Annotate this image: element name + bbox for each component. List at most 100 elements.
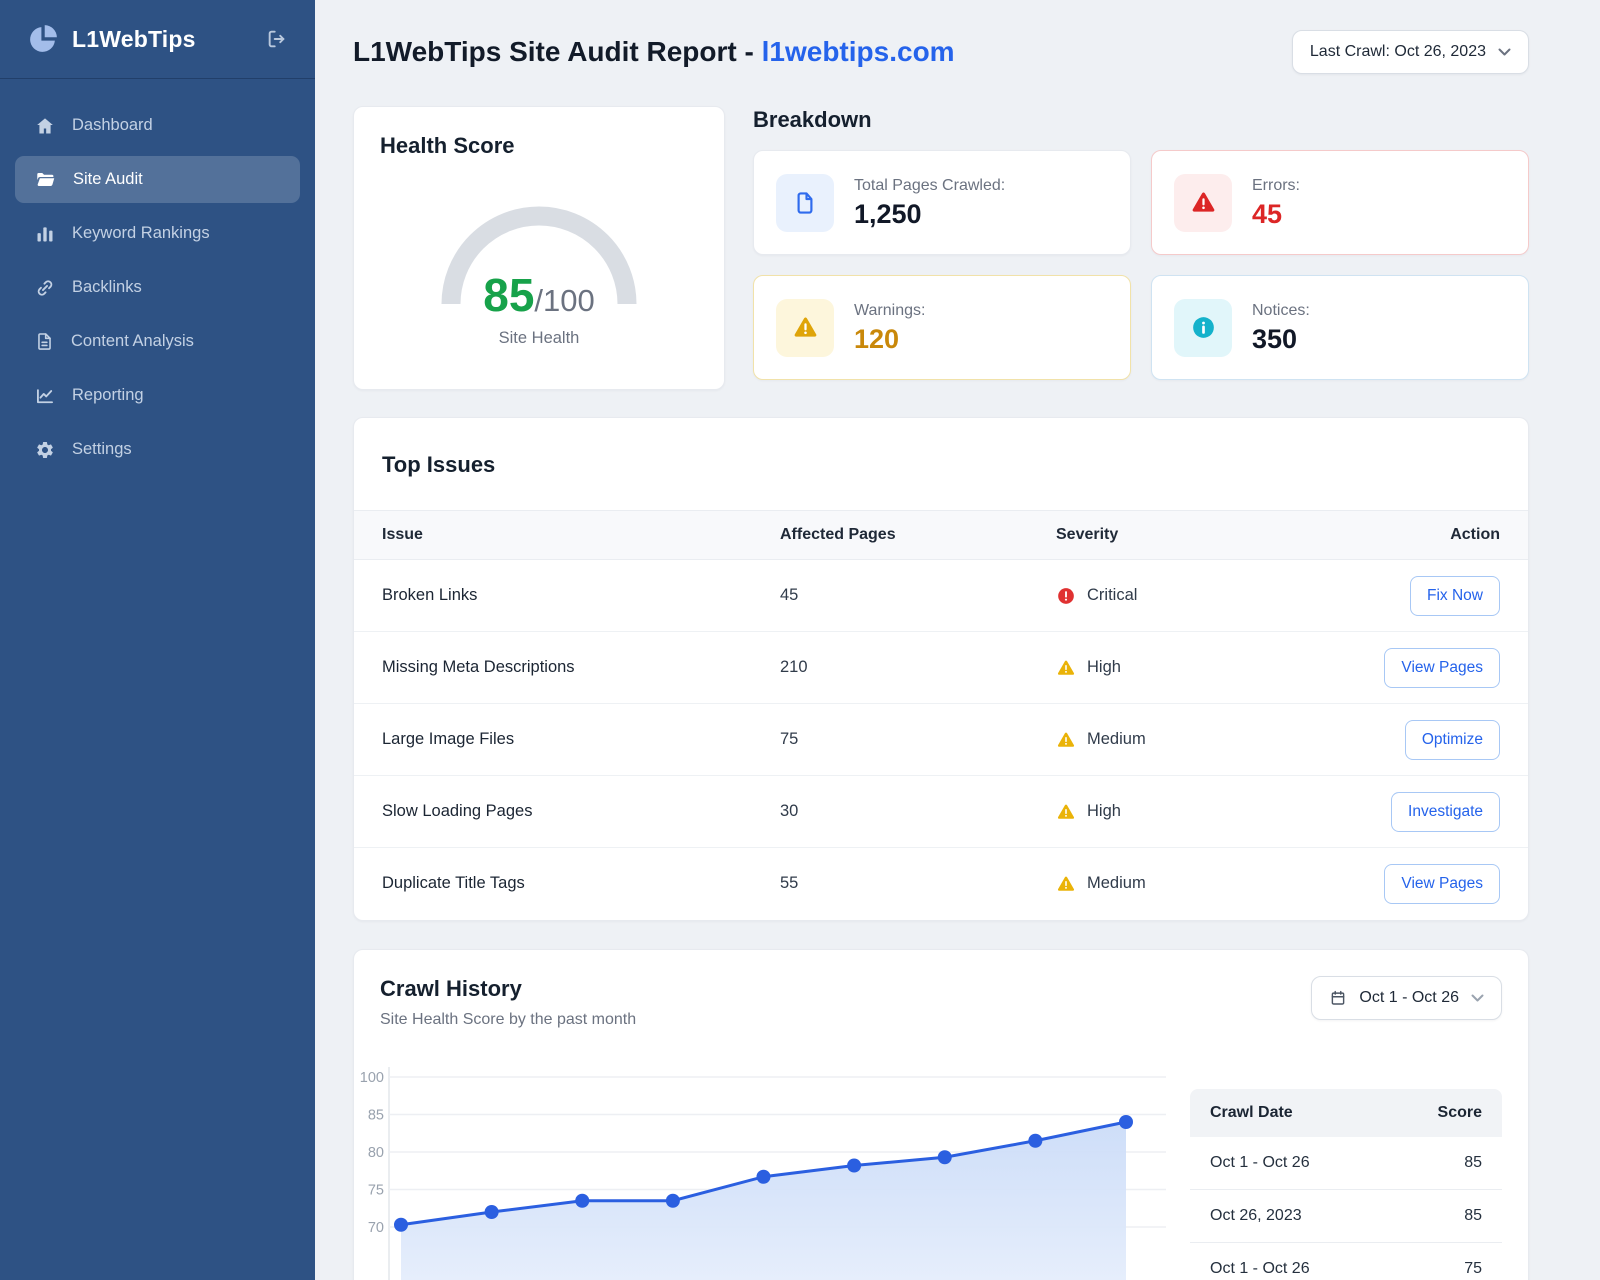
main-content: L1WebTips Site Audit Report - l1webtips.… — [315, 0, 1600, 1280]
affected-pages-count: 30 — [752, 776, 1028, 848]
crawl-history-chart: 0-10085807570 — [360, 1067, 1166, 1280]
column-header-issue: Issue — [354, 511, 752, 560]
stat-label: Warnings: — [854, 302, 925, 320]
crawl-history-card: Crawl History Site Health Score by the p… — [353, 949, 1529, 1280]
stat-value: 1,250 — [854, 201, 1005, 228]
affected-pages-count: 55 — [752, 848, 1028, 920]
sidebar-item-site-audit[interactable]: Site Audit — [15, 156, 300, 203]
issue-action-button[interactable]: Investigate — [1391, 792, 1500, 832]
breakdown-section: Breakdown Total Pages Crawled: 1,250 — [753, 106, 1529, 380]
health-score-denominator: /100 — [534, 283, 594, 318]
breakdown-grid: Total Pages Crawled: 1,250 Errors: 45 — [753, 150, 1529, 380]
sidebar-item-backlinks[interactable]: Backlinks — [15, 264, 300, 311]
stat-card-errors: Errors: 45 — [1151, 150, 1529, 255]
table-row: Duplicate Title Tags 55 Medium View Page… — [354, 848, 1528, 920]
gear-icon — [35, 440, 55, 460]
folder-open-icon — [35, 169, 56, 190]
crawl-table-header: Crawl Date Score — [1190, 1089, 1502, 1137]
link-icon — [35, 278, 55, 298]
page-title: L1WebTips Site Audit Report - l1webtips.… — [353, 36, 955, 68]
date-range-dropdown[interactable]: Oct 1 - Oct 26 — [1311, 976, 1502, 1020]
breakdown-title: Breakdown — [753, 107, 1529, 133]
alert-triangle-icon — [1174, 174, 1232, 232]
calendar-icon — [1329, 989, 1347, 1007]
page-title-prefix: L1WebTips Site Audit Report - — [353, 36, 762, 67]
stat-value: 350 — [1252, 326, 1310, 353]
health-gauge-caption: Site Health — [380, 329, 698, 348]
issue-action-button[interactable]: View Pages — [1384, 864, 1500, 904]
svg-text:75: 75 — [368, 1182, 384, 1198]
issue-action-button[interactable]: Fix Now — [1410, 576, 1500, 616]
app-logo-text: L1WebTips — [72, 26, 196, 53]
summary-row: Health Score 85/100 Site Health Breakdow… — [353, 106, 1529, 390]
crawl-history-subtitle: Site Health Score by the past month — [380, 1011, 636, 1029]
document-icon — [776, 174, 834, 232]
sidebar-item-label: Content Analysis — [71, 332, 194, 351]
warning-triangle-icon — [1056, 658, 1076, 678]
crawl-date: Oct 1 - Oct 26 — [1210, 1260, 1310, 1278]
crawl-date: Oct 1 - Oct 26 — [1210, 1154, 1310, 1172]
crawl-table-row: Oct 1 - Oct 26 75 — [1190, 1243, 1502, 1280]
svg-text:0-100: 0-100 — [360, 1070, 384, 1086]
severity-label: High — [1087, 658, 1121, 677]
sidebar-nav: Dashboard Site Audit Keyword Rankings Ba… — [0, 79, 315, 503]
gauge-score-text: 85/100 — [433, 268, 645, 322]
sidebar-item-settings[interactable]: Settings — [15, 426, 300, 473]
warning-triangle-icon — [1056, 730, 1076, 750]
sidebar-logo-row: L1WebTips — [0, 0, 315, 79]
severity-badge: Medium — [1056, 730, 1200, 750]
crawl-history-chart-wrap: 0-10085807570 — [360, 1067, 1166, 1280]
home-icon — [35, 116, 55, 136]
stat-label: Errors: — [1252, 177, 1300, 195]
stat-card-warnings: Warnings: 120 — [753, 275, 1131, 380]
crawl-score: 75 — [1464, 1260, 1482, 1278]
affected-pages-count: 210 — [752, 632, 1028, 704]
report-domain: l1webtips.com — [762, 36, 955, 67]
stat-value: 120 — [854, 326, 925, 353]
sidebar-item-label: Reporting — [72, 386, 144, 405]
page-header: L1WebTips Site Audit Report - l1webtips.… — [353, 30, 1529, 74]
stat-label: Notices: — [1252, 302, 1310, 320]
severity-label: Critical — [1087, 586, 1137, 605]
crawl-history-header: Crawl History Site Health Score by the p… — [380, 976, 1502, 1029]
crawl-table-row: Oct 1 - Oct 26 85 — [1190, 1137, 1502, 1190]
sidebar-item-label: Site Audit — [73, 170, 143, 189]
affected-pages-count: 75 — [752, 704, 1028, 776]
health-gauge: 85/100 — [433, 201, 645, 312]
crawl-score: 85 — [1464, 1154, 1482, 1172]
table-row: Large Image Files 75 Medium Optimize — [354, 704, 1528, 776]
column-header-action: Action — [1228, 511, 1528, 560]
last-crawl-label: Last Crawl: Oct 26, 2023 — [1310, 43, 1486, 61]
crawl-score: 85 — [1464, 1207, 1482, 1225]
issue-action-button[interactable]: Optimize — [1405, 720, 1500, 760]
critical-icon — [1056, 586, 1076, 606]
info-circle-icon — [1174, 299, 1232, 357]
last-crawl-dropdown[interactable]: Last Crawl: Oct 26, 2023 — [1292, 30, 1529, 74]
chevron-down-icon — [1471, 994, 1484, 1002]
table-header-row: Issue Affected Pages Severity Action — [354, 511, 1528, 560]
stat-label: Total Pages Crawled: — [854, 177, 1005, 195]
table-row: Broken Links 45 Critical Fix Now — [354, 560, 1528, 632]
sidebar-item-reporting[interactable]: Reporting — [15, 372, 300, 419]
severity-badge: Critical — [1056, 586, 1200, 606]
health-score-card: Health Score 85/100 Site Health — [353, 106, 725, 390]
health-score-title: Health Score — [380, 133, 698, 159]
issue-action-button[interactable]: View Pages — [1384, 648, 1500, 688]
table-row: Slow Loading Pages 30 High Investigate — [354, 776, 1528, 848]
sidebar-item-content-analysis[interactable]: Content Analysis — [15, 318, 300, 365]
crawl-table-row: Oct 26, 2023 85 — [1190, 1190, 1502, 1243]
sidebar-item-dashboard[interactable]: Dashboard — [15, 102, 300, 149]
crawl-history-table: Crawl Date Score Oct 1 - Oct 26 85 Oct 2… — [1190, 1089, 1502, 1280]
issue-name: Missing Meta Descriptions — [354, 632, 752, 704]
warning-triangle-icon — [1056, 802, 1076, 822]
logout-icon[interactable] — [266, 28, 288, 50]
top-issues-title: Top Issues — [354, 418, 1528, 510]
sidebar-item-keyword-rankings[interactable]: Keyword Rankings — [15, 210, 300, 257]
sidebar-item-label: Dashboard — [72, 116, 153, 135]
crawl-history-title: Crawl History — [380, 976, 636, 1002]
stat-card-notices: Notices: 350 — [1151, 275, 1529, 380]
severity-label: High — [1087, 802, 1121, 821]
chevron-down-icon — [1498, 48, 1511, 56]
severity-badge: High — [1056, 802, 1200, 822]
warning-triangle-icon — [1056, 874, 1076, 894]
